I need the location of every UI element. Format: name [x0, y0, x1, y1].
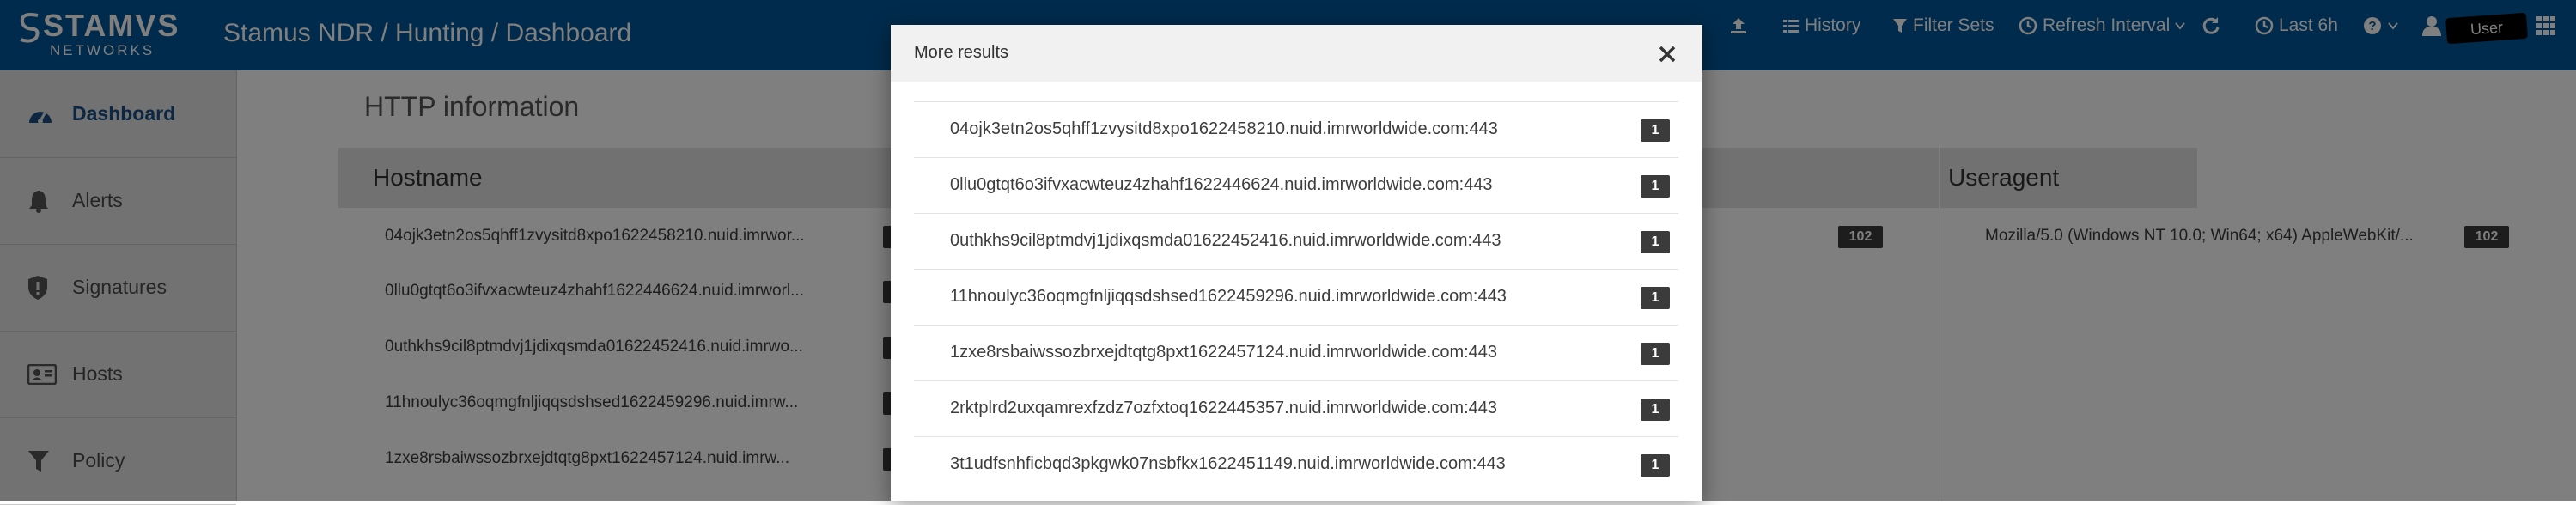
result-hostname[interactable]: 0uthkhs9cil8ptmdvj1jdixqsmda01622452416.… — [950, 231, 1501, 251]
modal-header: More results — [891, 25, 1702, 82]
result-count-badge: 1 — [1641, 343, 1670, 365]
result-hostname[interactable]: 11hnoulyc36oqmgfnljiqqsdshsed1622459296.… — [950, 287, 1507, 307]
close-button[interactable] — [1653, 40, 1681, 68]
result-count-badge: 1 — [1641, 175, 1670, 198]
result-hostname[interactable]: 2rktplrd2uxqamrexfzdz7ozfxtoq1622445357.… — [950, 399, 1497, 418]
result-hostname[interactable]: 1zxe8rsbaiwssozbrxejdtqtg8pxt1622457124.… — [950, 343, 1497, 362]
result-row[interactable]: 0uthkhs9cil8ptmdvj1jdixqsmda01622452416.… — [914, 213, 1678, 270]
result-row[interactable]: 11hnoulyc36oqmgfnljiqqsdshsed1622459296.… — [914, 269, 1678, 326]
modal-title: More results — [914, 43, 1009, 62]
result-hostname[interactable]: 0llu0gtqt6o3ifvxacwteuz4zhahf1622446624.… — [950, 175, 1493, 195]
more-results-modal: More results 04ojk3etn2os5qhff1zvysitd8x… — [891, 25, 1702, 501]
result-count-badge: 1 — [1641, 454, 1670, 477]
result-count-badge: 1 — [1641, 287, 1670, 309]
result-row[interactable]: 2rktplrd2uxqamrexfzdz7ozfxtoq1622445357.… — [914, 380, 1678, 437]
result-count-badge: 1 — [1641, 399, 1670, 421]
result-count-badge: 1 — [1641, 119, 1670, 142]
result-row[interactable]: 0llu0gtqt6o3ifvxacwteuz4zhahf1622446624.… — [914, 157, 1678, 214]
close-icon — [1659, 46, 1676, 63]
result-hostname[interactable]: 3t1udfsnhficbqd3pkgwk07nsbfkx1622451149.… — [950, 454, 1506, 474]
result-row[interactable]: 04ojk3etn2os5qhff1zvysitd8xpo1622458210.… — [914, 101, 1678, 158]
result-hostname[interactable]: 04ojk3etn2os5qhff1zvysitd8xpo1622458210.… — [950, 119, 1498, 139]
result-row[interactable]: 3t1udfsnhficbqd3pkgwk07nsbfkx1622451149.… — [914, 436, 1678, 493]
result-row[interactable]: 1zxe8rsbaiwssozbrxejdtqtg8pxt1622457124.… — [914, 325, 1678, 381]
result-count-badge: 1 — [1641, 231, 1670, 253]
